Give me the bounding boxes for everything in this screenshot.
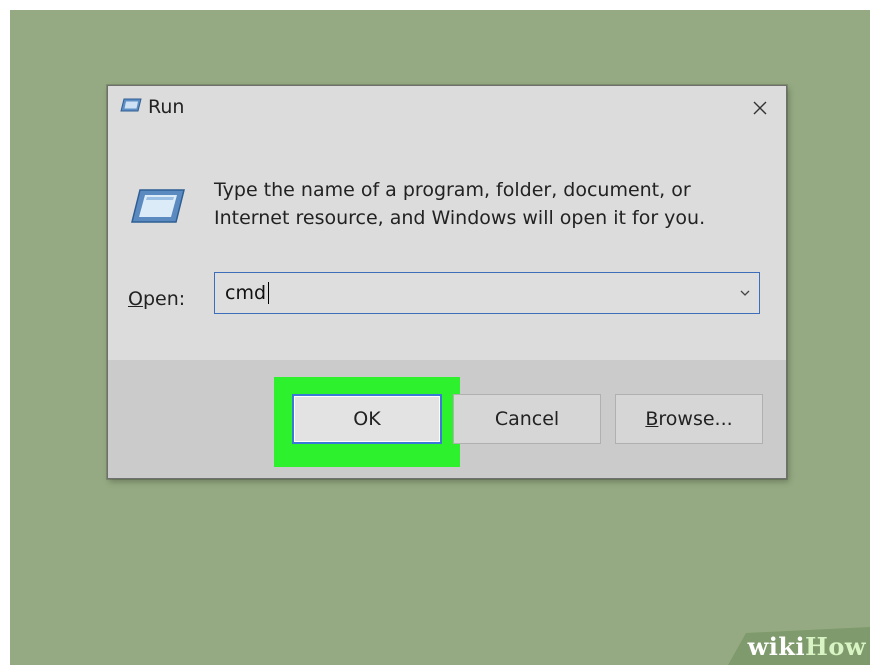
close-icon bbox=[753, 101, 767, 115]
button-bar: OK Cancel Browse... bbox=[108, 360, 786, 478]
close-button[interactable] bbox=[742, 92, 778, 124]
open-label-text: pen: bbox=[142, 288, 186, 310]
text-caret bbox=[268, 282, 269, 304]
wikihow-watermark: wikiHow bbox=[747, 632, 866, 661]
browse-button[interactable]: Browse... bbox=[615, 394, 763, 444]
dialog-description: Type the name of a program, folder, docu… bbox=[214, 179, 706, 229]
title-bar: Run bbox=[108, 86, 786, 130]
open-combobox[interactable] bbox=[214, 272, 760, 314]
ok-button[interactable]: OK bbox=[292, 394, 442, 444]
chevron-down-icon bbox=[740, 290, 750, 296]
open-input[interactable] bbox=[215, 273, 725, 313]
window-title: Run bbox=[148, 96, 185, 118]
run-dialog: Run Type the name of a program, folder, … bbox=[107, 85, 787, 479]
open-label-accelerator: O bbox=[128, 288, 143, 310]
dropdown-button[interactable] bbox=[737, 285, 753, 301]
run-program-icon bbox=[131, 189, 185, 223]
desktop-background: Run Type the name of a program, folder, … bbox=[10, 10, 870, 665]
cancel-button[interactable]: Cancel bbox=[453, 394, 601, 444]
browse-accelerator: B bbox=[645, 408, 659, 430]
run-icon bbox=[120, 98, 142, 112]
browse-text: rowse... bbox=[658, 408, 733, 430]
open-label: Open: bbox=[128, 288, 185, 310]
